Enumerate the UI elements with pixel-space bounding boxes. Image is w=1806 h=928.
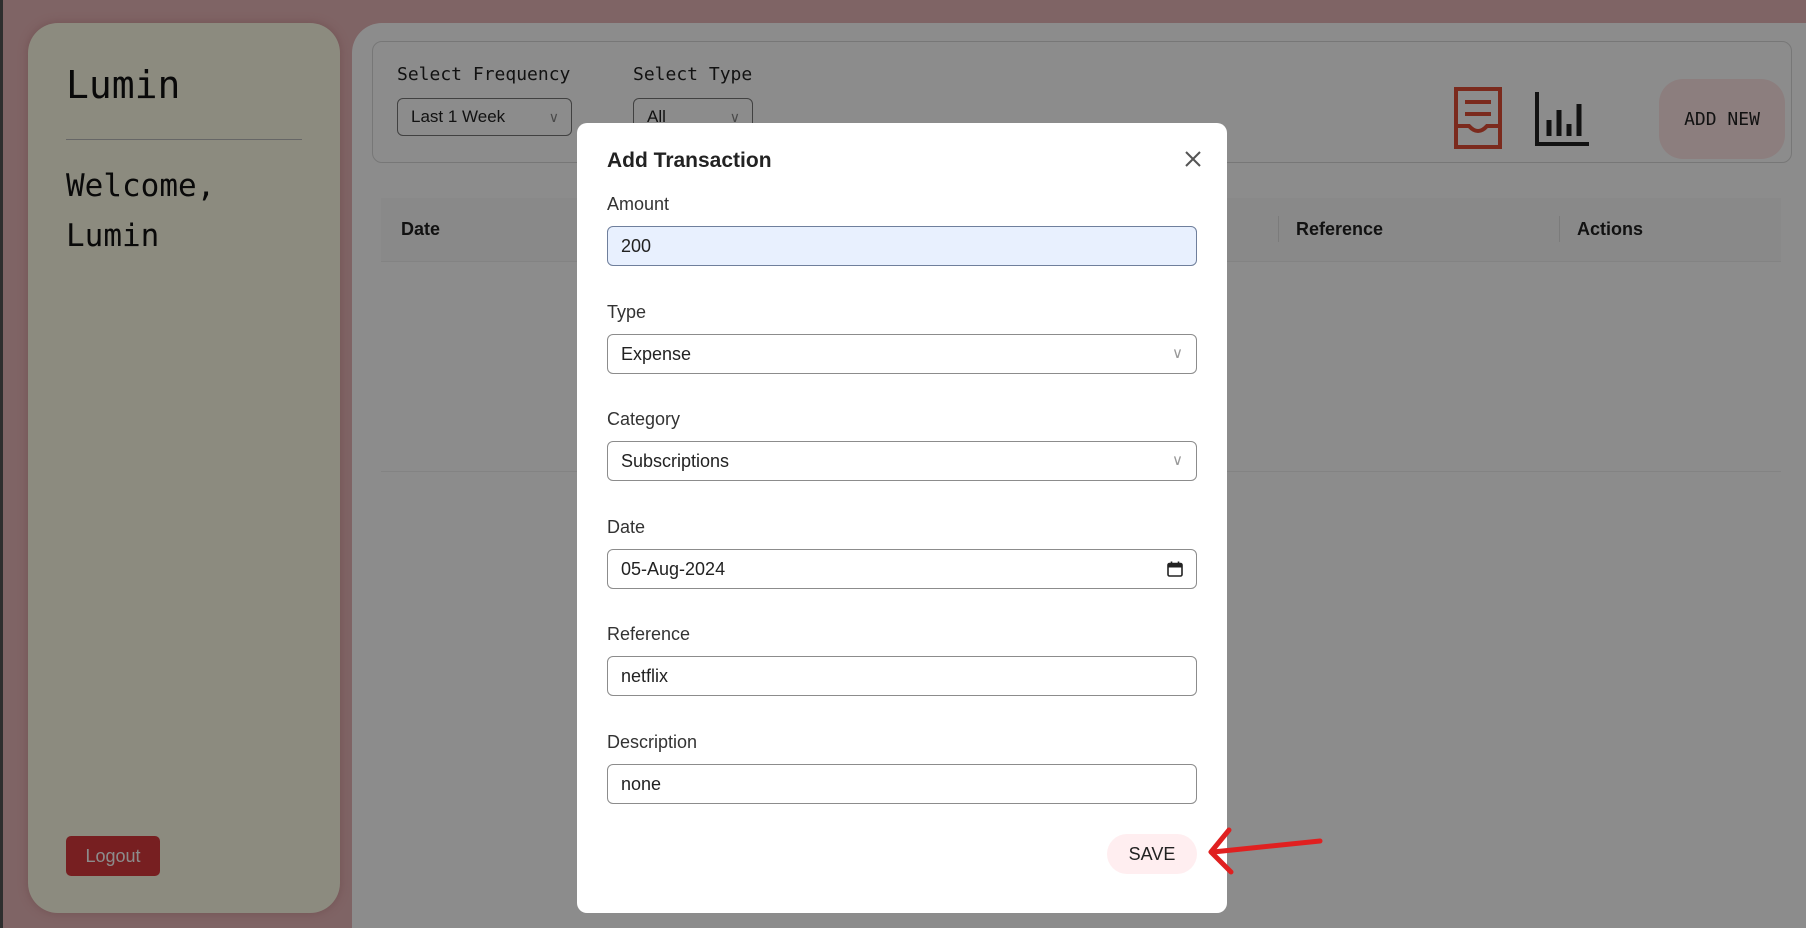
amount-input[interactable] — [607, 226, 1197, 266]
description-label: Description — [607, 732, 698, 752]
reference-input[interactable] — [607, 656, 1197, 696]
type-label: Type — [607, 302, 647, 322]
save-button[interactable]: SAVE — [1107, 834, 1197, 874]
description-input[interactable] — [607, 764, 1197, 804]
category-select-value: Subscriptions — [621, 451, 730, 471]
type-select[interactable]: Expense ∨ — [607, 334, 1197, 374]
close-icon — [1185, 151, 1201, 167]
add-transaction-modal: Add Transaction Amount Type Expense ∨ Ca… — [577, 123, 1227, 913]
chevron-down-icon: ∨ — [1172, 452, 1183, 469]
modal-title: Add Transaction — [607, 149, 772, 172]
chevron-down-icon: ∨ — [1172, 345, 1183, 362]
date-label: Date — [607, 517, 646, 537]
reference-label: Reference — [607, 624, 691, 644]
date-input[interactable]: 05-Aug-2024 — [607, 549, 1197, 589]
amount-label: Amount — [607, 194, 670, 214]
calendar-icon[interactable] — [1167, 561, 1183, 577]
close-button[interactable] — [1179, 145, 1207, 173]
category-select[interactable]: Subscriptions ∨ — [607, 441, 1197, 481]
arrow-annotation-icon — [1208, 827, 1323, 875]
type-select-value: Expense — [621, 344, 692, 364]
date-input-value: 05-Aug-2024 — [621, 559, 726, 579]
category-label: Category — [607, 409, 681, 429]
